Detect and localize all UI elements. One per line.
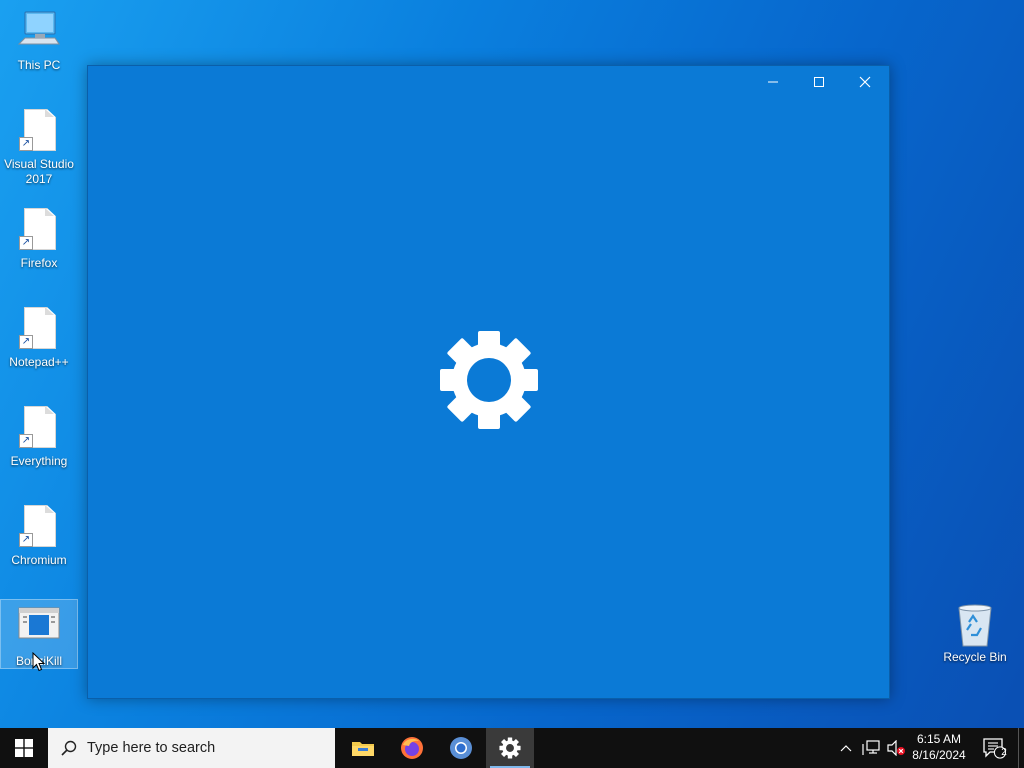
desktop-icon-chromium[interactable]: ↗ Chromium bbox=[1, 503, 77, 571]
minimize-button[interactable] bbox=[750, 66, 796, 98]
taskbar-search-box[interactable]: Type here to search bbox=[48, 728, 335, 768]
close-button[interactable] bbox=[842, 66, 888, 98]
taskbar-app-chromium[interactable] bbox=[437, 728, 485, 768]
file-shortcut-icon: ↗ bbox=[15, 503, 63, 551]
desktop-icon-notepad-plus-plus[interactable]: ↗ Notepad++ bbox=[1, 305, 77, 373]
taskbar-app-file-explorer[interactable] bbox=[339, 728, 387, 768]
action-center-button[interactable]: 2 bbox=[978, 728, 1010, 768]
settings-window[interactable] bbox=[87, 65, 890, 699]
network-button[interactable] bbox=[859, 728, 883, 768]
desktop-icon-label: Everything bbox=[10, 454, 68, 468]
minimize-icon bbox=[768, 81, 778, 83]
maximize-icon bbox=[814, 77, 824, 87]
desktop-icon-recycle-bin[interactable]: Recycle Bin bbox=[937, 600, 1013, 668]
show-hidden-icons-button[interactable] bbox=[836, 728, 856, 768]
desktop-icon-label: This PC bbox=[17, 58, 61, 72]
volume-button[interactable] bbox=[884, 728, 908, 768]
recycle-bin-icon bbox=[951, 600, 999, 648]
windows-logo-icon bbox=[15, 739, 33, 757]
firefox-icon bbox=[401, 737, 423, 759]
desktop[interactable]: This PC ↗ Visual Studio 2017 ↗ Firefox ↗… bbox=[0, 0, 1024, 728]
gear-icon bbox=[440, 331, 538, 429]
desktop-icon-label: Firefox bbox=[20, 256, 58, 270]
this-pc-icon bbox=[15, 8, 63, 56]
mouse-cursor-icon bbox=[32, 652, 46, 672]
taskbar-clock[interactable]: 6:15 AM 8/16/2024 bbox=[906, 731, 972, 765]
close-icon bbox=[859, 76, 871, 88]
desktop-icon-label: Notepad++ bbox=[9, 355, 69, 369]
bonzikill-icon bbox=[15, 604, 63, 652]
search-placeholder: Type here to search bbox=[87, 740, 216, 756]
folder-icon bbox=[352, 742, 374, 756]
clock-time: 6:15 AM bbox=[916, 732, 962, 746]
desktop-icon-label: Recycle Bin bbox=[943, 650, 1007, 664]
file-shortcut-icon: ↗ bbox=[15, 404, 63, 452]
taskbar-app-settings[interactable] bbox=[486, 728, 534, 768]
show-desktop-button[interactable] bbox=[1018, 728, 1024, 768]
taskbar: Type here to search 6:15 AM 8/16/2024 2 bbox=[0, 728, 1024, 768]
file-shortcut-icon: ↗ bbox=[15, 206, 63, 254]
volume-muted-icon bbox=[887, 740, 905, 756]
gear-icon bbox=[499, 737, 521, 759]
file-shortcut-icon: ↗ bbox=[15, 305, 63, 353]
chevron-up-icon bbox=[840, 745, 852, 752]
desktop-icon-everything[interactable]: ↗ Everything bbox=[1, 404, 77, 472]
notification-count-badge: 2 bbox=[1001, 747, 1007, 758]
search-icon bbox=[61, 740, 77, 756]
desktop-icon-this-pc[interactable]: This PC bbox=[1, 8, 77, 76]
start-button[interactable] bbox=[0, 728, 48, 768]
maximize-button[interactable] bbox=[796, 66, 842, 98]
clock-date: 8/16/2024 bbox=[912, 748, 966, 762]
desktop-icon-label: Visual Studio 2017 bbox=[4, 157, 74, 186]
chromium-icon bbox=[450, 737, 472, 759]
desktop-icon-firefox[interactable]: ↗ Firefox bbox=[1, 206, 77, 274]
desktop-icon-visual-studio[interactable]: ↗ Visual Studio 2017 bbox=[1, 107, 77, 189]
taskbar-app-firefox[interactable] bbox=[388, 728, 436, 768]
network-icon bbox=[862, 740, 880, 755]
desktop-icon-label: Chromium bbox=[11, 553, 67, 567]
file-shortcut-icon: ↗ bbox=[15, 107, 63, 155]
